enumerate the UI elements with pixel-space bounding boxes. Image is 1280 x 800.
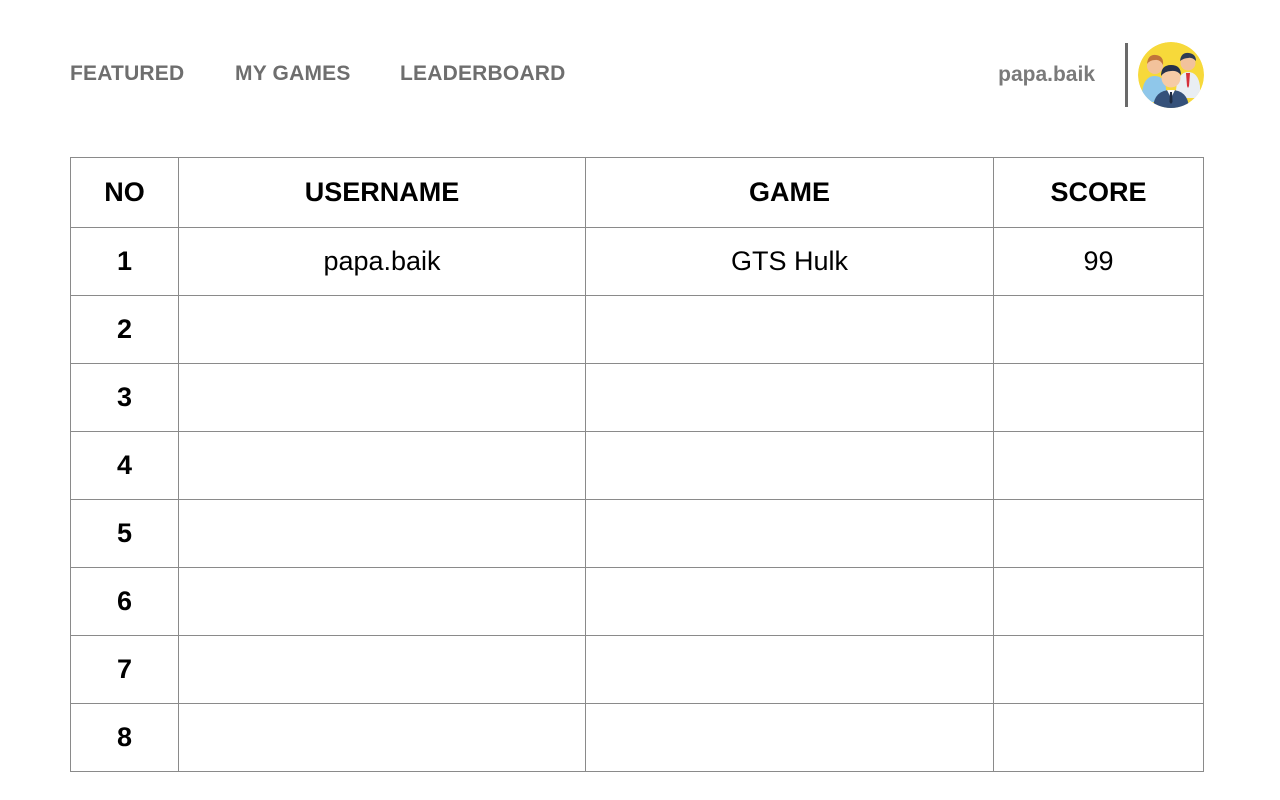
user-menu: papa.baik — [998, 42, 1204, 108]
cell-game — [585, 567, 994, 636]
cell-game — [585, 635, 994, 704]
table-row: 2 — [70, 295, 1204, 364]
cell-score — [993, 499, 1204, 568]
cell-game — [585, 363, 994, 432]
cell-no: 2 — [70, 295, 179, 364]
table-row: 1 papa.baik GTS Hulk 99 — [70, 227, 1204, 296]
table-row: 6 — [70, 567, 1204, 636]
table-row: 3 — [70, 363, 1204, 432]
cell-score: 99 — [993, 227, 1204, 296]
cell-username — [178, 635, 586, 704]
cell-game — [585, 431, 994, 500]
header-game: GAME — [585, 157, 994, 228]
cell-game — [585, 703, 994, 772]
header-score: SCORE — [993, 157, 1204, 228]
cell-username — [178, 499, 586, 568]
cell-score — [993, 703, 1204, 772]
cell-score — [993, 567, 1204, 636]
cell-username — [178, 567, 586, 636]
cell-game — [585, 295, 994, 364]
cell-username — [178, 363, 586, 432]
table-row: 5 — [70, 499, 1204, 568]
cell-username — [178, 703, 586, 772]
table-row: 4 — [70, 431, 1204, 500]
cell-score — [993, 363, 1204, 432]
cell-no: 3 — [70, 363, 179, 432]
cell-no: 6 — [70, 567, 179, 636]
nav-featured[interactable]: FEATURED — [70, 62, 184, 86]
cell-score — [993, 431, 1204, 500]
table-header-row: NO USERNAME GAME SCORE — [70, 157, 1204, 228]
leaderboard-page: FEATURED MY GAMES LEADERBOARD papa.baik — [0, 0, 1280, 800]
leaderboard-table: NO USERNAME GAME SCORE 1 papa.baik GTS H… — [70, 157, 1204, 772]
table-row: 8 — [70, 703, 1204, 772]
username-label[interactable]: papa.baik — [998, 63, 1095, 87]
cell-score — [993, 635, 1204, 704]
header-username: USERNAME — [178, 157, 586, 228]
cell-username: papa.baik — [178, 227, 586, 296]
cell-no: 4 — [70, 431, 179, 500]
cell-no: 7 — [70, 635, 179, 704]
cell-username — [178, 295, 586, 364]
header-no: NO — [70, 157, 179, 228]
cell-game: GTS Hulk — [585, 227, 994, 296]
table-row: 7 — [70, 635, 1204, 704]
header-divider — [1125, 43, 1128, 107]
people-group-avatar-icon — [1138, 42, 1204, 108]
avatar[interactable] — [1138, 42, 1204, 108]
nav-my-games[interactable]: MY GAMES — [235, 62, 351, 86]
cell-no: 1 — [70, 227, 179, 296]
cell-score — [993, 295, 1204, 364]
cell-username — [178, 431, 586, 500]
cell-game — [585, 499, 994, 568]
nav-leaderboard[interactable]: LEADERBOARD — [400, 62, 566, 86]
cell-no: 8 — [70, 703, 179, 772]
cell-no: 5 — [70, 499, 179, 568]
